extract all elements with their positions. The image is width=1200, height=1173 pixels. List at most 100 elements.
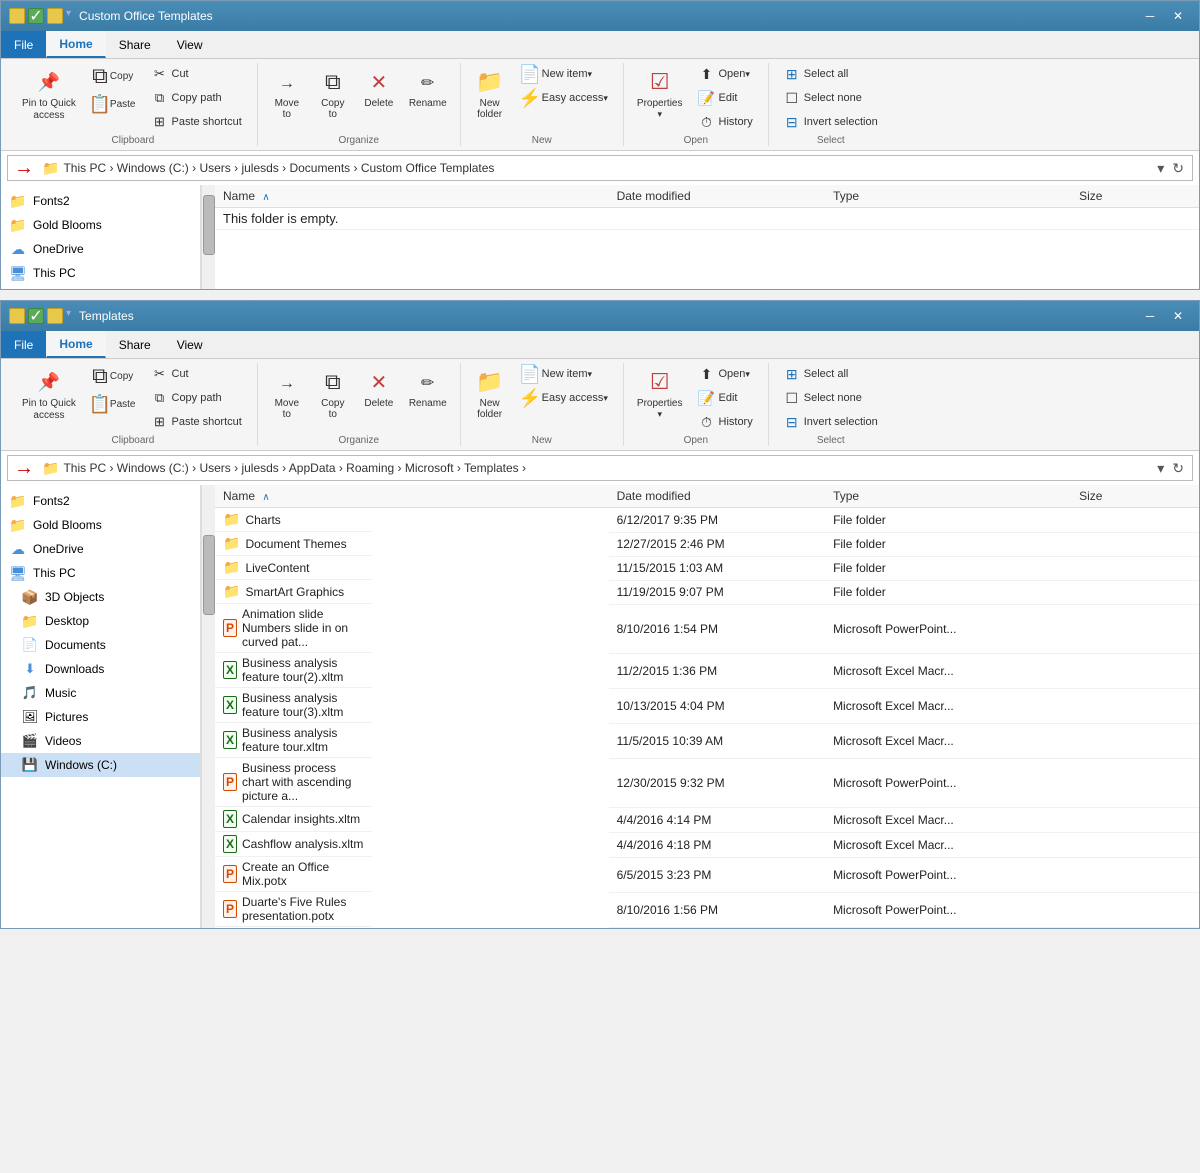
close-button-1[interactable]: ✕ [1165, 6, 1191, 26]
move-to-button-2[interactable]: Move to [266, 363, 308, 423]
invert-selection-button-2[interactable]: Invert selection [777, 411, 885, 433]
tab-view-2[interactable]: View [164, 331, 216, 358]
copy-to-button-2[interactable]: Copy to [312, 363, 354, 423]
tab-share-2[interactable]: Share [106, 331, 164, 358]
rename-button-1[interactable]: Rename [404, 63, 452, 112]
tab-home-2[interactable]: Home [46, 331, 105, 358]
tab-home-1[interactable]: Home [46, 31, 105, 58]
col-header-date-2[interactable]: Date modified [609, 485, 825, 508]
paste-button-2[interactable]: Paste [85, 391, 141, 417]
move-to-button-1[interactable]: Move to [266, 63, 308, 123]
close-button-2[interactable]: ✕ [1165, 306, 1191, 326]
edit-button-1[interactable]: Edit [692, 87, 760, 109]
table-row[interactable]: PBusiness process chart with ascending p… [215, 758, 1199, 807]
pin-to-quick-access-button-2[interactable]: Pin to Quick access [17, 363, 81, 425]
address-refresh-button-2[interactable]: ↻ [1170, 458, 1186, 479]
cut-button-1[interactable]: Cut [145, 63, 249, 85]
sidebar-scrollbar-1[interactable] [201, 185, 215, 289]
copy-path-button-2[interactable]: Copy path [145, 387, 249, 409]
rename-button-2[interactable]: Rename [404, 363, 452, 412]
tab-share-1[interactable]: Share [106, 31, 164, 58]
table-row[interactable]: XBusiness analysis feature tour(3).xltm … [215, 688, 1199, 723]
copy-button-1[interactable]: Copy [85, 63, 141, 89]
edit-icon-2 [699, 390, 715, 406]
table-row[interactable]: 📁SmartArt Graphics 11/19/2015 9:07 PM Fi… [215, 580, 1199, 604]
sidebar-item-videos[interactable]: 🎬 Videos [1, 729, 200, 753]
table-row[interactable]: XBusiness analysis feature tour.xltm 11/… [215, 723, 1199, 758]
tab-file-2[interactable]: File [1, 331, 46, 358]
select-none-button-2[interactable]: Select none [777, 387, 885, 409]
paste-shortcut-button-1[interactable]: ⊞ Paste shortcut [145, 111, 249, 133]
col-header-size-1[interactable]: Size [1071, 185, 1199, 208]
copy-button-2[interactable]: Copy [85, 363, 141, 389]
sidebar-item-desktop[interactable]: 📁 Desktop [1, 609, 200, 633]
sidebar-item-thispc-1[interactable]: 🖥 This PC [1, 261, 200, 285]
col-header-name-1[interactable]: Name ∧ [215, 185, 609, 208]
tab-view-1[interactable]: View [164, 31, 216, 58]
sidebar-item-windowsc[interactable]: 💾 Windows (C:) [1, 753, 200, 777]
history-button-1[interactable]: History [692, 111, 760, 133]
sidebar-item-fonts2-1[interactable]: 📁 Fonts2 [1, 189, 200, 213]
invert-selection-button-1[interactable]: Invert selection [777, 111, 885, 133]
scrollbar-thumb-2[interactable] [203, 535, 215, 615]
easy-access-button-2[interactable]: Easy access ▾ [515, 387, 615, 409]
open-button-1[interactable]: Open ▾ [692, 63, 760, 85]
new-item-button-1[interactable]: New item ▾ [515, 63, 615, 85]
sidebar-item-fonts2-2[interactable]: 📁 Fonts2 [1, 489, 200, 513]
copy-path-button-1[interactable]: Copy path [145, 87, 249, 109]
sidebar-scrollbar-2[interactable] [201, 485, 215, 928]
table-row[interactable]: XCashflow analysis.xltm 4/4/2016 4:18 PM… [215, 832, 1199, 857]
sidebar-item-downloads[interactable]: ⬇ Downloads [1, 657, 200, 681]
history-button-2[interactable]: History [692, 411, 760, 433]
address-dropdown-button-2[interactable]: ▾ [1155, 458, 1166, 479]
address-dropdown-button-1[interactable]: ▾ [1155, 158, 1166, 179]
col-header-size-2[interactable]: Size [1071, 485, 1199, 508]
minimize-button-2[interactable]: ─ [1137, 306, 1163, 326]
select-all-button-2[interactable]: Select all [777, 363, 885, 385]
copy-to-button-1[interactable]: Copy to [312, 63, 354, 123]
sidebar-item-onedrive-2[interactable]: ☁ OneDrive [1, 537, 200, 561]
open-button-2[interactable]: Open ▾ [692, 363, 760, 385]
properties-button-2[interactable]: Properties ▾ [632, 363, 688, 423]
new-item-button-2[interactable]: New item ▾ [515, 363, 615, 385]
new-folder-button-2[interactable]: New folder [469, 363, 511, 423]
easy-access-button-1[interactable]: Easy access ▾ [515, 87, 615, 109]
table-row[interactable]: PAnimation slide Numbers slide in on cur… [215, 604, 1199, 653]
select-none-button-1[interactable]: Select none [777, 87, 885, 109]
table-row[interactable]: 📁Document Themes 12/27/2015 2:46 PM File… [215, 532, 1199, 556]
sidebar-item-documents[interactable]: 📄 Documents [1, 633, 200, 657]
delete-button-1[interactable]: Delete [358, 63, 400, 112]
cut-button-2[interactable]: Cut [145, 363, 249, 385]
table-row[interactable]: PDuarte's Five Rules presentation.potx 8… [215, 892, 1199, 927]
col-header-date-1[interactable]: Date modified [609, 185, 825, 208]
col-header-name-2[interactable]: Name ∧ [215, 485, 609, 508]
select-all-button-1[interactable]: Select all [777, 63, 885, 85]
pin-to-quick-access-button-1[interactable]: Pin to Quick access [17, 63, 81, 125]
table-row[interactable]: XCalendar insights.xltm 4/4/2016 4:14 PM… [215, 807, 1199, 832]
table-row[interactable]: XBusiness analysis feature tour(2).xltm … [215, 653, 1199, 688]
col-header-type-2[interactable]: Type [825, 485, 1071, 508]
paste-button-1[interactable]: Paste [85, 91, 141, 117]
sidebar-item-thispc-2[interactable]: 🖥 This PC [1, 561, 200, 585]
sidebar-item-goldblooms-1[interactable]: 📁 Gold Blooms [1, 213, 200, 237]
table-row[interactable]: 📁Charts 6/12/2017 9:35 PM File folder [215, 508, 1199, 533]
paste-shortcut-button-2[interactable]: ⊞ Paste shortcut [145, 411, 249, 433]
sidebar-item-onedrive-1[interactable]: ☁ OneDrive [1, 237, 200, 261]
delete-button-2[interactable]: Delete [358, 363, 400, 412]
table-row[interactable]: 📁LiveContent 11/15/2015 1:03 AM File fol… [215, 556, 1199, 580]
scrollbar-thumb-1[interactable] [203, 195, 215, 255]
address-refresh-button-1[interactable]: ↻ [1170, 158, 1186, 179]
sidebar-item-goldblooms-2[interactable]: 📁 Gold Blooms [1, 513, 200, 537]
new-folder-button-1[interactable]: New folder [469, 63, 511, 123]
sidebar-item-pictures[interactable]: 🖼 Pictures [1, 705, 200, 729]
sidebar-item-3dobjects[interactable]: 📦 3D Objects [1, 585, 200, 609]
address-bar-2[interactable]: → 📁 This PC › Windows (C:) › Users › jul… [7, 455, 1193, 481]
address-bar-1[interactable]: → 📁 This PC › Windows (C:) › Users › jul… [7, 155, 1193, 181]
edit-button-2[interactable]: Edit [692, 387, 760, 409]
properties-button-1[interactable]: Properties ▾ [632, 63, 688, 123]
table-row[interactable]: PCreate an Office Mix.potx 6/5/2015 3:23… [215, 857, 1199, 892]
minimize-button-1[interactable]: ─ [1137, 6, 1163, 26]
tab-file-1[interactable]: File [1, 31, 46, 58]
col-header-type-1[interactable]: Type [825, 185, 1071, 208]
sidebar-item-music[interactable]: 🎵 Music [1, 681, 200, 705]
